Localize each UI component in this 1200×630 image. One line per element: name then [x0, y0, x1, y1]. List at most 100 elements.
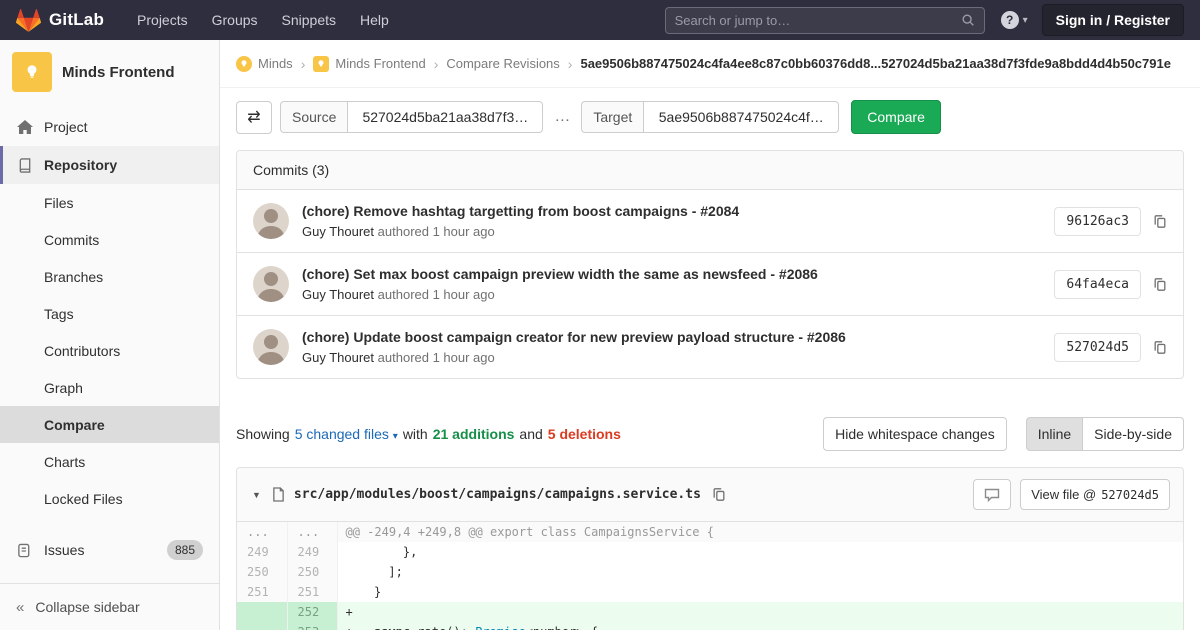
repository-icon	[16, 158, 33, 173]
navbar-item-groups[interactable]: Groups	[201, 4, 269, 36]
sidebar-item-graph[interactable]: Graph	[0, 369, 219, 406]
caret-down-icon: ▾	[393, 431, 398, 442]
collapse-file-caret-icon[interactable]: ▼	[250, 490, 263, 500]
sidebar-item-label: Project	[44, 119, 88, 135]
project-avatar	[12, 52, 52, 92]
sidebar-item-label: Issues	[44, 542, 84, 558]
navbar-item-projects[interactable]: Projects	[126, 4, 199, 36]
gitlab-logo[interactable]: GitLab	[16, 9, 104, 32]
source-input-group: Source 527024d5ba21aa38d7f3…	[280, 101, 543, 133]
side-by-side-view-button[interactable]: Side-by-side	[1082, 417, 1184, 451]
sidebar-item-contributors[interactable]: Contributors	[0, 332, 219, 369]
commit-authored-time: authored 1 hour ago	[378, 224, 495, 239]
chevron-right-icon: ›	[301, 56, 306, 72]
target-label: Target	[581, 101, 643, 133]
diff-hunk-row: ... ... @@ -249,4 +249,8 @@ export class…	[237, 522, 1183, 542]
copy-sha-button[interactable]	[1153, 277, 1167, 292]
copy-sha-button[interactable]	[1153, 214, 1167, 229]
new-line-number[interactable]: 249	[287, 542, 337, 562]
sidebar-item-label: Repository	[44, 157, 117, 173]
hide-whitespace-button[interactable]: Hide whitespace changes	[823, 417, 1007, 451]
author-avatar[interactable]	[253, 329, 289, 365]
with-label: with	[403, 426, 428, 442]
diff-file-path[interactable]: src/app/modules/boost/campaigns/campaign…	[294, 487, 701, 502]
toggle-comments-button[interactable]	[973, 479, 1011, 510]
commit-title[interactable]: (chore) Set max boost campaign preview w…	[302, 266, 1054, 282]
sidebar-item-files[interactable]: Files	[0, 184, 219, 221]
file-icon	[272, 487, 285, 502]
collapse-sidebar-button[interactable]: « Collapse sidebar	[0, 583, 219, 630]
global-search[interactable]	[665, 7, 985, 34]
help-dropdown-button[interactable]: ? ▾	[1001, 11, 1028, 29]
navbar-item-help[interactable]: Help	[349, 4, 400, 36]
breadcrumb-group[interactable]: Minds	[236, 56, 293, 72]
commit-sha[interactable]: 64fa4eca	[1054, 270, 1141, 299]
commit-author[interactable]: Guy Thouret	[302, 350, 374, 365]
breadcrumb-page[interactable]: Compare Revisions	[446, 56, 559, 71]
view-file-button[interactable]: View file @ 527024d5	[1020, 479, 1170, 510]
old-line-number[interactable]: 251	[237, 582, 287, 602]
target-revision-dropdown[interactable]: 5ae9506b887475024c4f…	[643, 101, 839, 133]
commit-title[interactable]: (chore) Update boost campaign creator fo…	[302, 329, 1054, 345]
commit-sha[interactable]: 96126ac3	[1054, 207, 1141, 236]
diff-stats-bar: Showing 5 changed files ▾ with 21 additi…	[236, 417, 1184, 451]
search-icon	[961, 13, 975, 27]
gitlab-tanuki-icon	[16, 9, 41, 32]
compare-button[interactable]: Compare	[851, 100, 941, 134]
new-line-number[interactable]: 252	[287, 602, 337, 622]
code-line: }	[337, 582, 1183, 602]
new-line-number[interactable]: 253	[287, 622, 337, 630]
swap-icon: ⇄	[247, 107, 260, 127]
old-line-number[interactable]: 250	[237, 562, 287, 582]
commit-author[interactable]: Guy Thouret	[302, 287, 374, 302]
changed-files-dropdown[interactable]: 5 changed files ▾	[295, 426, 398, 442]
sidebar-item-branches[interactable]: Branches	[0, 258, 219, 295]
diff-table: ... ... @@ -249,4 +249,8 @@ export class…	[237, 522, 1183, 630]
diff-added-row: 252 +	[237, 602, 1183, 622]
commit-authored-time: authored 1 hour ago	[378, 287, 495, 302]
new-line-number[interactable]: 250	[287, 562, 337, 582]
issues-count-badge: 885	[167, 540, 203, 560]
copy-icon	[1153, 277, 1167, 292]
top-navbar: GitLab Projects Groups Snippets Help ? ▾…	[0, 0, 1200, 40]
navbar-item-snippets[interactable]: Snippets	[271, 4, 347, 36]
comment-icon	[984, 488, 1000, 502]
collapse-sidebar-label: Collapse sidebar	[35, 599, 139, 615]
commit-sha[interactable]: 527024d5	[1054, 333, 1141, 362]
type-token: Promise	[475, 625, 526, 630]
author-avatar[interactable]	[253, 203, 289, 239]
sidebar-item-locked-files[interactable]: Locked Files	[0, 480, 219, 517]
view-file-sha: 527024d5	[1101, 488, 1159, 502]
sidebar-item-commits[interactable]: Commits	[0, 221, 219, 258]
sidebar-item-repository[interactable]: Repository	[0, 146, 219, 184]
old-line-number[interactable]	[237, 602, 287, 622]
sidebar-item-charts[interactable]: Charts	[0, 443, 219, 480]
copy-file-path-button[interactable]	[712, 487, 726, 502]
sidebar-item-tags[interactable]: Tags	[0, 295, 219, 332]
project-sidebar: Minds Frontend Project Repository Files …	[0, 40, 220, 630]
search-input[interactable]	[675, 13, 961, 28]
copy-sha-button[interactable]	[1153, 340, 1167, 355]
commits-panel: Commits (3) (chore) Remove hashtag targe…	[236, 150, 1184, 379]
author-avatar[interactable]	[253, 266, 289, 302]
old-line-number[interactable]: 249	[237, 542, 287, 562]
swap-revisions-button[interactable]: ⇄	[236, 101, 272, 134]
sign-in-register-button[interactable]: Sign in / Register	[1042, 4, 1184, 36]
diff-line-row: 251 251 }	[237, 582, 1183, 602]
old-line-number[interactable]	[237, 622, 287, 630]
commit-author[interactable]: Guy Thouret	[302, 224, 374, 239]
source-revision-dropdown[interactable]: 527024d5ba21aa38d7f3…	[347, 101, 543, 133]
sidebar-item-issues[interactable]: Issues 885	[0, 531, 219, 569]
and-label: and	[519, 426, 542, 442]
breadcrumb-project[interactable]: Minds Frontend	[313, 56, 425, 72]
commit-row: (chore) Set max boost campaign preview w…	[237, 252, 1183, 315]
sidebar-item-project[interactable]: Project	[0, 108, 219, 146]
chevron-down-icon: ▾	[1023, 15, 1028, 26]
new-line-number[interactable]: 251	[287, 582, 337, 602]
sidebar-project-header[interactable]: Minds Frontend	[0, 40, 219, 100]
sidebar-item-compare[interactable]: Compare	[0, 406, 219, 443]
inline-view-button[interactable]: Inline	[1026, 417, 1083, 451]
commit-title[interactable]: (chore) Remove hashtag targetting from b…	[302, 203, 1054, 219]
code-line: +	[337, 602, 1183, 622]
commit-authored-time: authored 1 hour ago	[378, 350, 495, 365]
